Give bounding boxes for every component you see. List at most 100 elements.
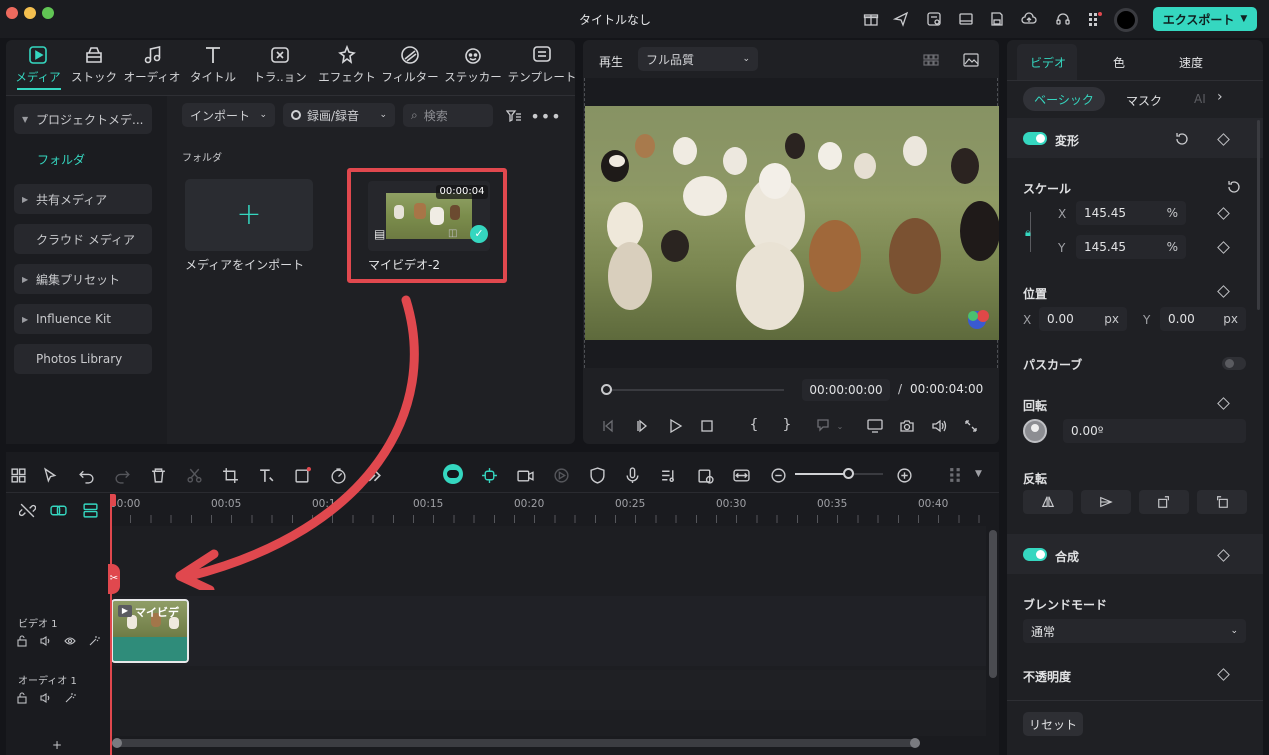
fit-timeline-icon[interactable] [731, 465, 751, 485]
snapshot-view-icon[interactable] [960, 51, 982, 69]
layout-grid-icon[interactable] [8, 465, 28, 485]
track-magic-icon[interactable] [63, 691, 77, 705]
rotation-input[interactable]: 0.00º [1063, 419, 1246, 443]
unlink-icon[interactable] [17, 500, 37, 520]
layout-icon[interactable] [957, 10, 975, 28]
zoom-slider-handle[interactable] [842, 468, 854, 479]
document-settings-icon[interactable] [925, 10, 943, 28]
add-track-button[interactable]: + [52, 738, 62, 752]
grid-view-icon[interactable] [920, 51, 942, 69]
search-input[interactable]: ⌕ 検索 [403, 104, 493, 127]
sidebar-item-edit-presets[interactable]: ▶ 編集プリセット [14, 264, 152, 294]
zoom-out-icon[interactable] [768, 465, 788, 485]
audio-stretch-icon[interactable] [695, 465, 715, 485]
fullscreen-icon[interactable] [962, 418, 980, 434]
timeline-vertical-scrollbar[interactable] [989, 530, 997, 678]
composite-toggle[interactable] [1023, 548, 1047, 561]
subtab-ai[interactable]: AI [1194, 92, 1206, 106]
chevron-right-icon[interactable]: › [1217, 89, 1223, 105]
split-scissors-icon[interactable]: ✂ [108, 564, 120, 594]
playhead-handle[interactable] [601, 384, 612, 395]
rotate-right-button[interactable] [1139, 490, 1189, 514]
close-window-button[interactable] [6, 7, 18, 19]
track-volume-icon[interactable] [39, 634, 53, 648]
ai-assistant-icon[interactable] [443, 464, 463, 484]
link-clips-icon[interactable] [48, 500, 68, 520]
tab-media[interactable]: メディア [7, 44, 69, 88]
marker-dropdown-icon[interactable]: ⌄ [810, 418, 848, 434]
track-lock-icon[interactable] [15, 634, 29, 648]
select-tool-icon[interactable] [40, 465, 60, 485]
tab-stock[interactable]: ストック [63, 44, 125, 88]
tab-color[interactable]: 色 [1113, 54, 1125, 71]
scrollbar-right-handle[interactable] [910, 738, 920, 748]
quality-dropdown[interactable]: フル品質 ⌄ [638, 47, 758, 71]
preview-canvas[interactable] [584, 78, 999, 368]
transform-toggle[interactable] [1023, 132, 1047, 145]
zoom-in-icon[interactable] [894, 465, 914, 485]
playback-progress-track[interactable] [606, 389, 784, 391]
shield-icon[interactable] [587, 465, 607, 485]
reset-button[interactable]: リセット [1023, 712, 1083, 736]
subtab-mask[interactable]: マスク [1126, 92, 1162, 109]
current-time[interactable]: 00:00:00:00 [802, 379, 890, 401]
play-icon[interactable] [666, 418, 684, 434]
track-lock-icon[interactable] [15, 691, 29, 705]
tab-sticker[interactable]: ステッカー [442, 44, 504, 88]
tab-effect[interactable]: エフェクト [316, 44, 378, 88]
mark-out-icon[interactable]: } [779, 417, 795, 433]
redo-icon[interactable] [112, 465, 132, 485]
track-visibility-eye-icon[interactable] [63, 634, 77, 648]
flip-horizontal-button[interactable] [1023, 490, 1073, 514]
play-frame-icon[interactable] [551, 465, 571, 485]
scrollbar-left-handle[interactable] [112, 738, 122, 748]
sidebar-item-influence-kit[interactable]: ▶ Influence Kit [14, 304, 152, 334]
media-clip-thumbnail[interactable]: 00:00:04 ▤ ◫ ✓ [368, 181, 490, 251]
chevron-down-icon[interactable]: ▼ [975, 469, 982, 479]
ai-feature-icon[interactable] [479, 465, 499, 485]
record-dropdown[interactable]: 録画/録音 ⌄ [283, 103, 395, 127]
send-icon[interactable] [892, 10, 910, 28]
sidebar-item-cloud-media[interactable]: クラウド メディア [14, 224, 152, 254]
stop-icon[interactable] [698, 418, 716, 434]
playhead-handle[interactable] [110, 494, 116, 506]
zoom-slider[interactable] [795, 473, 883, 475]
undo-icon[interactable] [76, 465, 96, 485]
volume-icon[interactable] [930, 418, 948, 434]
previous-frame-icon[interactable] [600, 418, 618, 434]
grid-apps-icon[interactable] [1086, 10, 1104, 28]
cloud-upload-icon[interactable] [1020, 10, 1038, 28]
sidebar-item-shared-media[interactable]: ▶ 共有メディア [14, 184, 152, 214]
path-curve-toggle[interactable] [1222, 357, 1246, 370]
tab-speed[interactable]: 速度 [1179, 54, 1203, 71]
export-button[interactable]: エクスポート ▼ [1153, 7, 1257, 31]
camera-effect-icon[interactable] [515, 465, 535, 485]
tab-transition[interactable]: トラ..ョン [249, 44, 311, 88]
scale-x-input[interactable]: 145.45% [1076, 201, 1186, 225]
scale-y-input[interactable]: 145.45% [1076, 235, 1186, 259]
tab-title[interactable]: タイトル [182, 44, 244, 88]
more-options-icon[interactable]: ••• [530, 107, 560, 126]
tab-audio[interactable]: オーディオ [121, 44, 183, 88]
flip-vertical-button[interactable] [1081, 490, 1131, 514]
position-x-input[interactable]: 0.00 px [1039, 307, 1127, 331]
tab-filter[interactable]: フィルター [379, 44, 441, 88]
reset-transform-icon[interactable] [1174, 131, 1190, 147]
next-frame-icon[interactable] [634, 418, 652, 434]
inspector-scrollbar[interactable] [1257, 120, 1260, 310]
tab-video[interactable]: ビデオ [1030, 54, 1066, 71]
sidebar-item-photos-library[interactable]: Photos Library [14, 344, 152, 374]
timeline-video-clip[interactable]: ▶ マイビデ [111, 599, 189, 663]
tab-template[interactable]: テンプレート [505, 44, 579, 88]
import-dropdown[interactable]: インポート ⌄ [182, 103, 275, 127]
rotate-left-button[interactable] [1197, 490, 1247, 514]
screenshot-camera-icon[interactable] [898, 418, 916, 434]
microphone-icon[interactable] [622, 465, 642, 485]
timeline-horizontal-scrollbar[interactable] [112, 738, 920, 748]
rotation-dial[interactable] [1023, 419, 1047, 443]
snap-icon[interactable] [80, 500, 100, 520]
lock-icon[interactable]: 🔒︎ [1025, 226, 1031, 240]
display-icon[interactable] [866, 418, 884, 434]
blend-mode-select[interactable]: 通常 ⌄ [1023, 619, 1246, 643]
position-y-input[interactable]: 0.00 px [1160, 307, 1246, 331]
